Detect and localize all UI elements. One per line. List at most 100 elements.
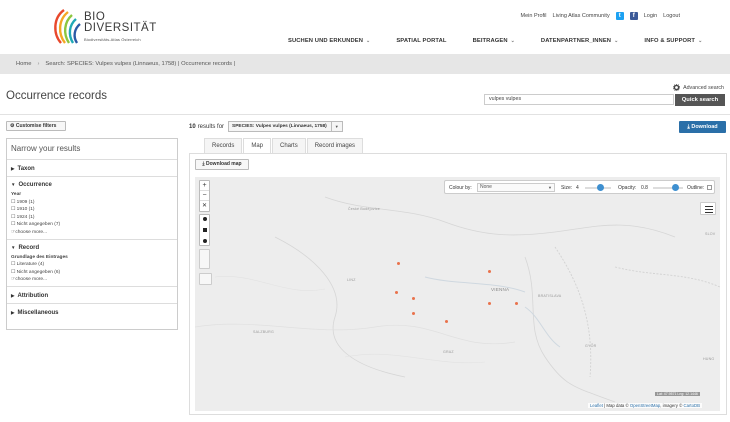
quick-search-button[interactable]: Quick search	[675, 94, 725, 106]
facet-year-1910[interactable]: ☐ 1910 (1)	[11, 207, 173, 212]
nav-suchen-label: SUCHEN UND ERKUNDEN	[288, 38, 364, 44]
download-label: Download	[691, 124, 718, 130]
facet-miscellaneous[interactable]: ▶ Miscellaneous	[7, 304, 177, 321]
site-logo[interactable]: BIO DIVERSITÄT Biodiversitäts-Atlas Öste…	[52, 6, 162, 46]
profile-link[interactable]: Mein Profil	[521, 13, 547, 19]
facet-attribution[interactable]: ▶ Attribution	[7, 287, 177, 304]
outline-checkbox[interactable]	[707, 185, 712, 190]
size-slider-handle[interactable]	[597, 184, 604, 191]
zoom-in-button[interactable]: +	[200, 181, 209, 191]
draw-toolbar	[199, 214, 210, 246]
caret-right-icon: ▶	[11, 166, 15, 171]
attribution-text: , imagery ©	[660, 403, 684, 408]
utility-nav: Mein Profil Living Atlas Community t f L…	[521, 12, 680, 20]
logout-link[interactable]: Logout	[663, 13, 680, 19]
tab-charts[interactable]: Charts	[272, 138, 306, 153]
opacity-slider-handle[interactable]	[672, 184, 679, 191]
download-icon: ⤓	[687, 124, 690, 130]
caret-right-icon: ▶	[11, 310, 15, 315]
draw-rectangle-icon[interactable]	[203, 228, 207, 232]
facet-occurrence-header[interactable]: ▼ Occurrence	[11, 177, 173, 192]
customise-filters-button[interactable]: ⚙ Customise filters	[6, 121, 66, 131]
nav-beitragen[interactable]: BEITRAGEN ⌄	[473, 38, 515, 44]
legend-list-icon[interactable]	[700, 202, 716, 215]
species-query-select[interactable]: SPECIES: Vulpes vulpes (Linnaeus, 1758) …	[228, 121, 343, 132]
logo-subtitle: Biodiversitäts-Atlas Österreich	[84, 37, 141, 42]
fullscreen-icon[interactable]: ✕	[200, 201, 209, 211]
facet-row-label: Nicht angegeben (6)	[16, 269, 61, 275]
checkbox-icon: ☐	[11, 262, 16, 267]
twitter-icon[interactable]: t	[615, 12, 624, 20]
attribution-text: | Map data ©	[602, 403, 630, 408]
map-city-label: České Budějovice	[348, 207, 380, 211]
colour-by-select[interactable]: None ▼	[477, 183, 555, 192]
choose-more-label: choose more...	[15, 229, 48, 235]
nav-spatial-portal[interactable]: SPATIAL PORTAL	[396, 38, 446, 44]
nav-suchen[interactable]: SUCHEN UND ERKUNDEN ⌄	[288, 38, 370, 44]
facet-record: ▼ Record Grundlage des Eintrages ☐ Litera…	[7, 240, 177, 287]
draw-polygon-icon[interactable]	[203, 239, 207, 243]
edit-toolbar[interactable]	[199, 249, 210, 269]
carto-link[interactable]: CartoDB	[683, 403, 699, 408]
occurrence-point[interactable]	[397, 262, 400, 265]
map-city-label: GRAZ	[443, 350, 454, 354]
tab-map[interactable]: Map	[243, 138, 272, 153]
occurrence-point[interactable]	[412, 312, 415, 315]
main-nav: SUCHEN UND ERKUNDEN ⌄ SPATIAL PORTAL BEIT…	[288, 38, 728, 44]
caret-right-icon: ▶	[11, 293, 15, 298]
facet-basis-literature[interactable]: ☐ Literature (4)	[11, 262, 173, 267]
nav-info-support[interactable]: INFO & SUPPORT ⌄	[644, 38, 702, 44]
occurrence-map[interactable]: České Budějovice LINZ VIENNA BRATISLAVA …	[195, 177, 720, 411]
results-count: 10	[189, 123, 196, 130]
facet-row-label: 1924 (1)	[16, 214, 35, 220]
occurrence-point[interactable]	[445, 320, 448, 323]
nav-datenpartner[interactable]: DATENPARTNER_INNEN ⌄	[541, 38, 618, 44]
occurrence-point[interactable]	[488, 270, 491, 273]
checkbox-icon: ☐	[11, 222, 16, 227]
occurrence-point[interactable]	[395, 291, 398, 294]
community-link[interactable]: Living Atlas Community	[553, 13, 610, 19]
facet-taxon-label: Taxon	[17, 166, 35, 172]
facet-record-header[interactable]: ▼ Record	[11, 240, 173, 255]
map-city-label: BRATISLAVA	[538, 294, 562, 298]
map-basemap	[195, 177, 720, 411]
download-button[interactable]: ⤓ Download	[679, 121, 726, 133]
occurrence-point[interactable]	[515, 302, 518, 305]
zoom-out-button[interactable]: −	[200, 191, 209, 201]
map-city-label: HUNG	[703, 357, 715, 361]
osm-link[interactable]: OpenStreetMap	[630, 403, 660, 408]
results-tabs: Records Map Charts Record images	[204, 138, 364, 153]
nav-datenpartner-label: DATENPARTNER_INNEN	[540, 38, 612, 44]
download-map-label: Download map	[206, 161, 242, 167]
leaflet-link[interactable]: Leaflet	[590, 403, 603, 408]
occurrence-point[interactable]	[412, 297, 415, 300]
tab-records[interactable]: Records	[204, 138, 243, 153]
layers-icon[interactable]	[199, 273, 212, 285]
logo-mark-icon	[54, 9, 81, 44]
search-input[interactable]: vulpes vulpes	[484, 94, 674, 105]
download-map-button[interactable]: ⤓ Download map	[195, 159, 249, 170]
draw-circle-icon[interactable]	[203, 217, 207, 221]
facebook-icon[interactable]: f	[629, 12, 638, 20]
map-city-label: SLOV	[705, 232, 716, 236]
login-link[interactable]: Login	[644, 13, 657, 19]
colour-by-value: None	[480, 184, 492, 190]
nav-beitragen-label: BEITRAGEN	[472, 38, 508, 44]
occurrence-point[interactable]	[488, 302, 491, 305]
facet-row-label: Nicht angegeben (7)	[16, 222, 61, 227]
narrow-results-title: Narrow your results	[7, 139, 177, 160]
facet-year-unknown[interactable]: ☐ Nicht angegeben (7)	[11, 222, 173, 227]
advanced-search-label: Advanced search	[683, 84, 724, 91]
facet-basis-unknown[interactable]: ☐ Nicht angegeben (6)	[11, 270, 173, 275]
facet-taxon[interactable]: ▶ Taxon	[7, 160, 177, 177]
map-city-label: SALZBURG	[253, 330, 274, 334]
choose-more-link[interactable]: ☞choose more...	[11, 230, 173, 235]
advanced-search-link[interactable]: Advanced search	[673, 84, 724, 91]
facet-year-1909[interactable]: ☐ 1909 (1)	[11, 200, 173, 205]
facet-year-1924[interactable]: ☐ 1924 (1)	[11, 215, 173, 220]
map-attribution: Leaflet | Map data © OpenStreetMap, imag…	[588, 403, 702, 408]
facet-row-label: 1909 (1)	[16, 199, 35, 205]
breadcrumb-home[interactable]: Home	[16, 54, 31, 74]
choose-more-link[interactable]: ☞choose more...	[11, 277, 173, 282]
tab-record-images[interactable]: Record images	[306, 138, 364, 153]
